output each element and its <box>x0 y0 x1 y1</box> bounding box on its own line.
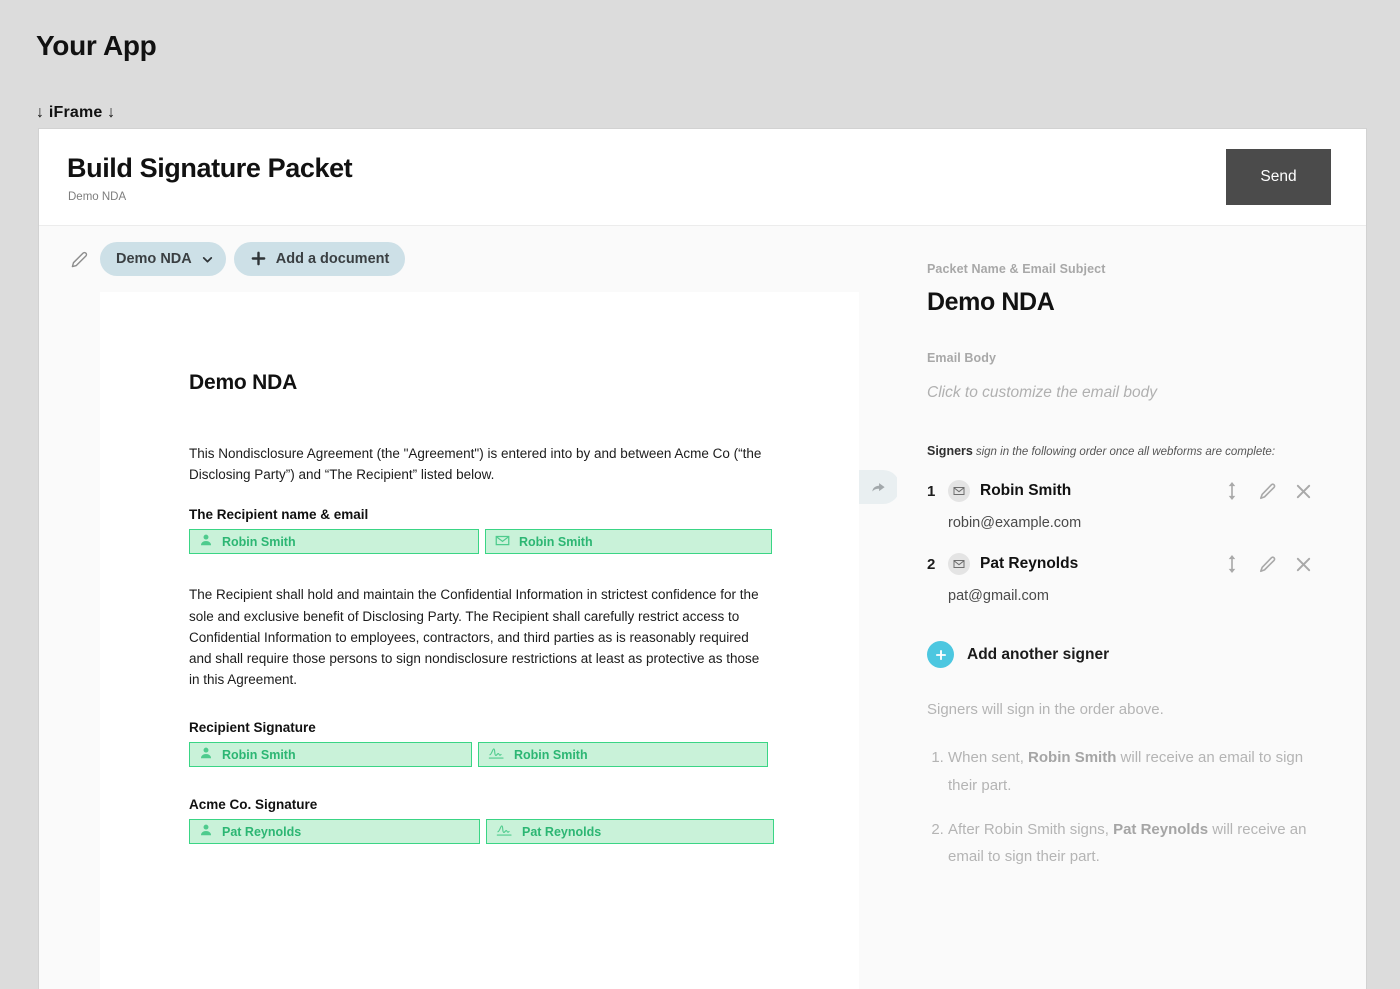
edit-pencil-icon[interactable] <box>1258 481 1277 501</box>
person-icon <box>199 746 213 763</box>
signers-heading: Signers sign in the following order once … <box>927 444 1336 458</box>
signers-hint: sign in the following order once all web… <box>975 446 1276 458</box>
field-value: Pat Reynolds <box>522 824 602 839</box>
add-signer-label: Add another signer <box>967 645 1110 663</box>
edit-pencil-icon[interactable] <box>1258 554 1277 574</box>
send-button[interactable]: Send <box>1226 149 1331 205</box>
packet-name-value[interactable]: Demo NDA <box>927 288 1055 317</box>
page-subtitle: Demo NDA <box>68 191 127 203</box>
signer-name[interactable]: Pat Reynolds <box>980 555 1078 573</box>
remove-signer-icon[interactable] <box>1294 481 1313 501</box>
app-body: Demo NDA Add a document Demo NDA This No… <box>39 226 1366 989</box>
chevron-down-icon <box>201 253 214 266</box>
step-signer-name: Pat Reynolds <box>1113 820 1209 838</box>
signer-email[interactable]: pat@gmail.com <box>948 588 1336 604</box>
reorder-icon[interactable] <box>1222 481 1241 501</box>
packet-name-label: Packet Name & Email Subject <box>927 262 1106 276</box>
field-value: Pat Reynolds <box>222 824 302 839</box>
signer-order-number: 1 <box>927 482 936 500</box>
pencil-icon[interactable] <box>68 248 90 270</box>
add-document-label: Add a document <box>275 251 390 267</box>
field-group-label: Recipient Signature <box>189 720 316 736</box>
field-value: Robin Smith <box>222 534 296 549</box>
field-acme-signature-name[interactable]: Pat Reynolds <box>189 819 480 845</box>
signer-row: 2 Pat Reynolds pat@gmail.com <box>927 553 1336 604</box>
step-signer-name: Robin Smith <box>1028 749 1117 766</box>
signer-actions <box>1222 481 1313 501</box>
document-paragraph-2: The Recipient shall hold and maintain th… <box>189 587 760 688</box>
field-group-label: The Recipient name & email <box>189 507 369 523</box>
envelope-icon <box>948 480 970 502</box>
plus-icon <box>927 641 954 668</box>
field-value: Robin Smith <box>519 534 593 549</box>
field-row: Robin Smith Robin Smith <box>189 742 799 768</box>
signature-icon <box>496 823 513 841</box>
signature-icon <box>488 746 505 764</box>
page-title: Build Signature Packet <box>67 153 353 183</box>
signers-heading-label: Signers <box>927 444 973 458</box>
envelope-icon <box>948 553 970 575</box>
field-value: Robin Smith <box>514 747 588 762</box>
iframe-label: ↓ iFrame ↓ <box>36 104 116 121</box>
signing-steps-list: When sent, Robin Smith will receive an e… <box>927 744 1336 871</box>
remove-signer-icon[interactable] <box>1294 554 1313 574</box>
field-row: Robin Smith Robin Smith <box>189 529 799 555</box>
app-header: Build Signature Packet Demo NDA Send <box>39 129 1366 226</box>
person-icon <box>199 533 213 550</box>
signer-row: 1 Robin Smith robin@example.com <box>927 480 1336 531</box>
field-row: Pat Reynolds Pat Reynolds <box>189 819 799 845</box>
add-signer-button[interactable]: Add another signer <box>927 641 1336 668</box>
signer-name[interactable]: Robin Smith <box>980 482 1071 500</box>
add-document-button[interactable]: Add a document <box>233 242 406 276</box>
plus-icon <box>250 250 267 267</box>
email-body-input[interactable]: Click to customize the email body <box>927 384 1336 402</box>
step-prefix: When sent, <box>948 749 1029 766</box>
signing-step: When sent, Robin Smith will receive an e… <box>948 744 1336 800</box>
redo-arrow-icon[interactable] <box>862 474 892 500</box>
field-acme-signature[interactable]: Pat Reynolds <box>486 819 774 845</box>
envelope-icon <box>495 533 510 551</box>
document-preview: Demo NDA This Nondisclosure Agreement (t… <box>100 292 859 989</box>
packet-settings-panel: Packet Name & Email Subject Demo NDA Ema… <box>897 226 1366 989</box>
step-prefix: After Robin Smith signs, <box>948 820 1114 838</box>
document-toolbar: Demo NDA Add a document <box>39 226 859 292</box>
embedded-iframe: Build Signature Packet Demo NDA Send Dem… <box>38 128 1367 989</box>
email-body-label: Email Body <box>927 351 997 365</box>
signer-actions <box>1222 554 1313 574</box>
signing-order-note: Signers will sign in the order above. <box>927 701 1164 718</box>
document-title: Demo NDA <box>189 371 298 394</box>
field-group-label: Acme Co. Signature <box>189 797 318 813</box>
reorder-icon[interactable] <box>1222 554 1241 574</box>
signing-step: After Robin Smith signs, Pat Reynolds wi… <box>948 816 1336 872</box>
field-recipient-email[interactable]: Robin Smith <box>485 529 772 555</box>
field-recipient-signature-name[interactable]: Robin Smith <box>189 742 472 768</box>
host-app-title: Your App <box>36 30 157 61</box>
document-paragraph-1: This Nondisclosure Agreement (the "Agree… <box>189 446 762 483</box>
field-recipient-signature[interactable]: Robin Smith <box>478 742 768 768</box>
document-selector-pill[interactable]: Demo NDA <box>100 242 226 276</box>
person-icon <box>199 823 213 840</box>
field-recipient-name[interactable]: Robin Smith <box>189 529 479 555</box>
signer-order-number: 2 <box>927 555 936 573</box>
document-selector-label: Demo NDA <box>116 251 192 267</box>
signer-email[interactable]: robin@example.com <box>948 515 1336 531</box>
field-value: Robin Smith <box>222 747 296 762</box>
